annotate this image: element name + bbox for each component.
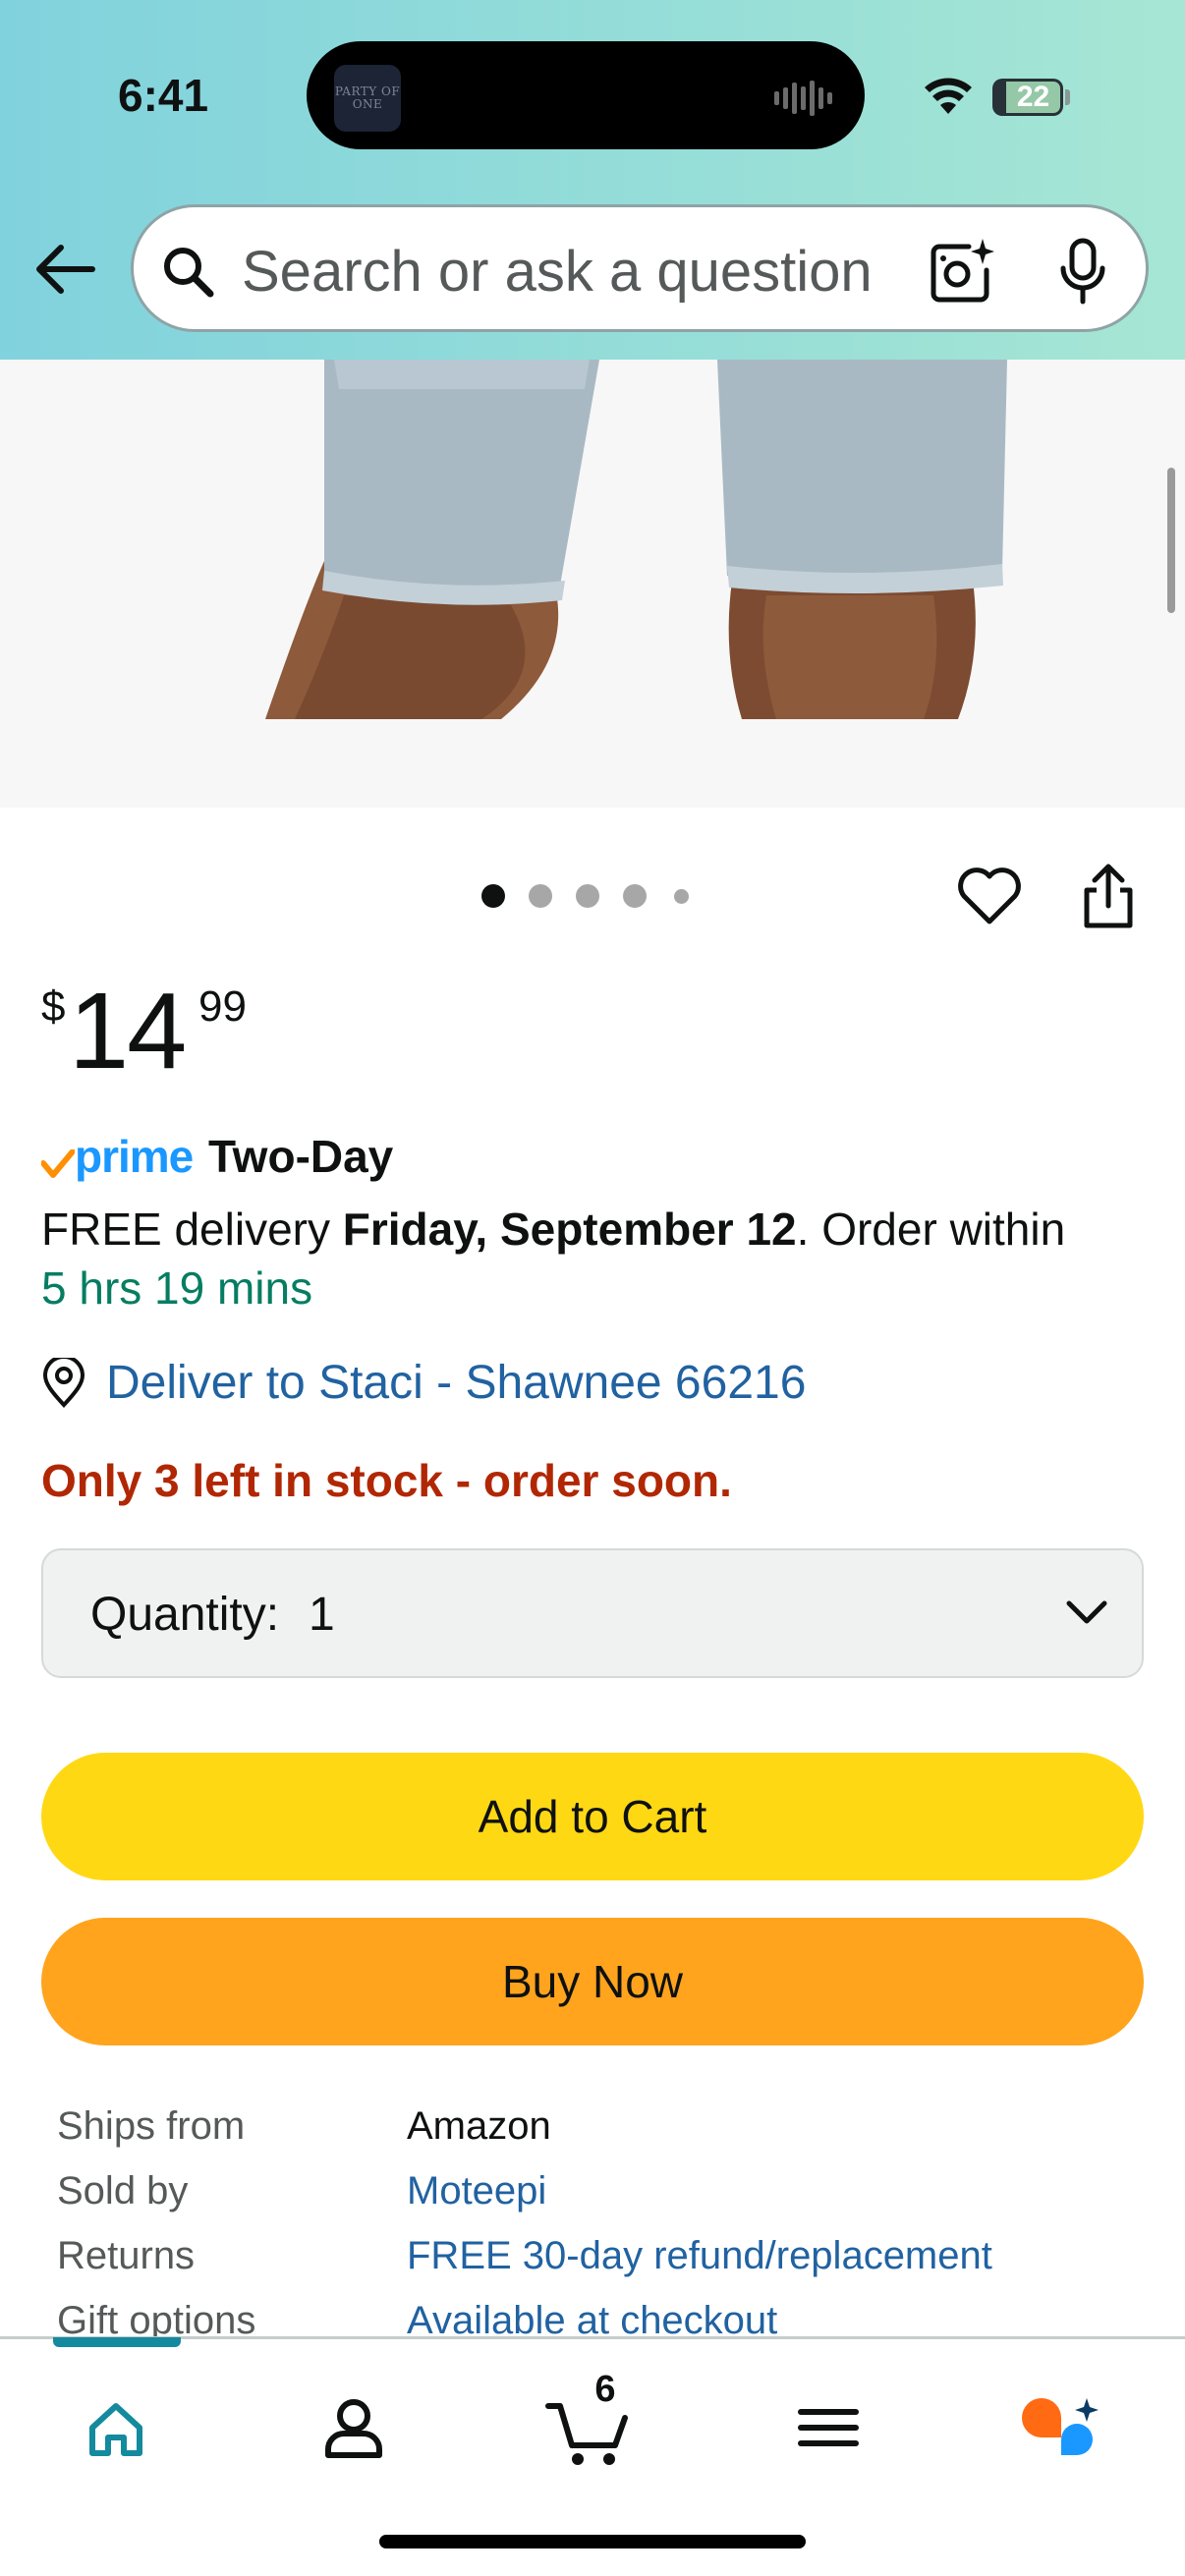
share-icon[interactable] <box>1077 861 1140 931</box>
nav-active-indicator <box>53 2337 181 2347</box>
prime-logo-text: prime <box>75 1131 194 1182</box>
back-arrow-icon[interactable] <box>31 240 100 299</box>
status-time: 6:41 <box>118 70 209 121</box>
header: 6:41 PARTY OF ONE 22 <box>0 0 1185 360</box>
camera-lens-icon[interactable] <box>926 237 994 306</box>
delivery-speed: Two-Day <box>208 1131 394 1182</box>
battery-indicator: 22 <box>992 79 1063 116</box>
search-bar[interactable] <box>131 204 1149 332</box>
add-to-cart-button[interactable]: Add to Cart <box>41 1753 1144 1880</box>
carousel-dot[interactable] <box>674 889 689 904</box>
home-indicator <box>379 2535 806 2548</box>
audio-waveform-icon <box>774 81 832 116</box>
cart-button[interactable]: 6 <box>542 2369 641 2477</box>
now-playing-artwork[interactable]: PARTY OF ONE <box>334 65 401 132</box>
carousel-dot[interactable] <box>529 884 552 908</box>
battery-tip <box>1065 89 1070 105</box>
price-currency-symbol: $ <box>41 982 66 1031</box>
menu-icon[interactable] <box>779 2379 877 2477</box>
wifi-icon <box>925 78 972 114</box>
quantity-selector[interactable]: Quantity: 1 <box>41 1548 1144 1678</box>
rufus-assistant-icon[interactable] <box>1012 2379 1110 2477</box>
product-image[interactable] <box>0 360 1185 808</box>
microphone-icon[interactable] <box>1055 237 1110 306</box>
chevron-down-icon <box>1066 1600 1107 1624</box>
buy-now-button[interactable]: Buy Now <box>41 1918 1144 2045</box>
prime-check-icon <box>41 1149 75 1178</box>
delivery-estimate: FREE delivery Friday, September 12. Orde… <box>41 1204 1066 1255</box>
order-countdown: 5 hrs 19 mins <box>41 1262 313 1314</box>
stock-warning: Only 3 left in stock - order soon. <box>41 1455 732 1506</box>
sold-by-link[interactable]: Moteepi <box>407 2169 546 2213</box>
carousel-dot[interactable] <box>623 884 647 908</box>
price-whole: 14 <box>69 971 187 1092</box>
returns-label: Returns <box>57 2234 196 2277</box>
carousel-dot-active[interactable] <box>481 884 505 908</box>
heart-icon[interactable] <box>955 865 1024 927</box>
price-fraction: 99 <box>198 982 247 1031</box>
ships-from-label: Ships from <box>57 2104 246 2148</box>
quantity-label: Quantity: <box>90 1589 280 1641</box>
search-icon <box>164 248 214 298</box>
delivery-date: Friday, September 12 <box>342 1204 797 1255</box>
carousel-dot[interactable] <box>576 884 599 908</box>
quantity-value: 1 <box>309 1589 335 1641</box>
returns-link[interactable]: FREE 30-day refund/replacement <box>407 2234 992 2278</box>
product-photo-shorts <box>0 360 1185 808</box>
account-icon[interactable] <box>305 2379 403 2477</box>
sold-by-label: Sold by <box>57 2169 189 2212</box>
location-pin-icon <box>42 1358 85 1408</box>
scroll-indicator[interactable] <box>1167 468 1175 613</box>
cart-count-badge: 6 <box>594 2369 616 2410</box>
ships-from-value: Amazon <box>407 2104 551 2148</box>
deliver-to-link[interactable]: Deliver to Staci - Shawnee 66216 <box>106 1356 806 1410</box>
home-icon[interactable] <box>67 2379 165 2477</box>
